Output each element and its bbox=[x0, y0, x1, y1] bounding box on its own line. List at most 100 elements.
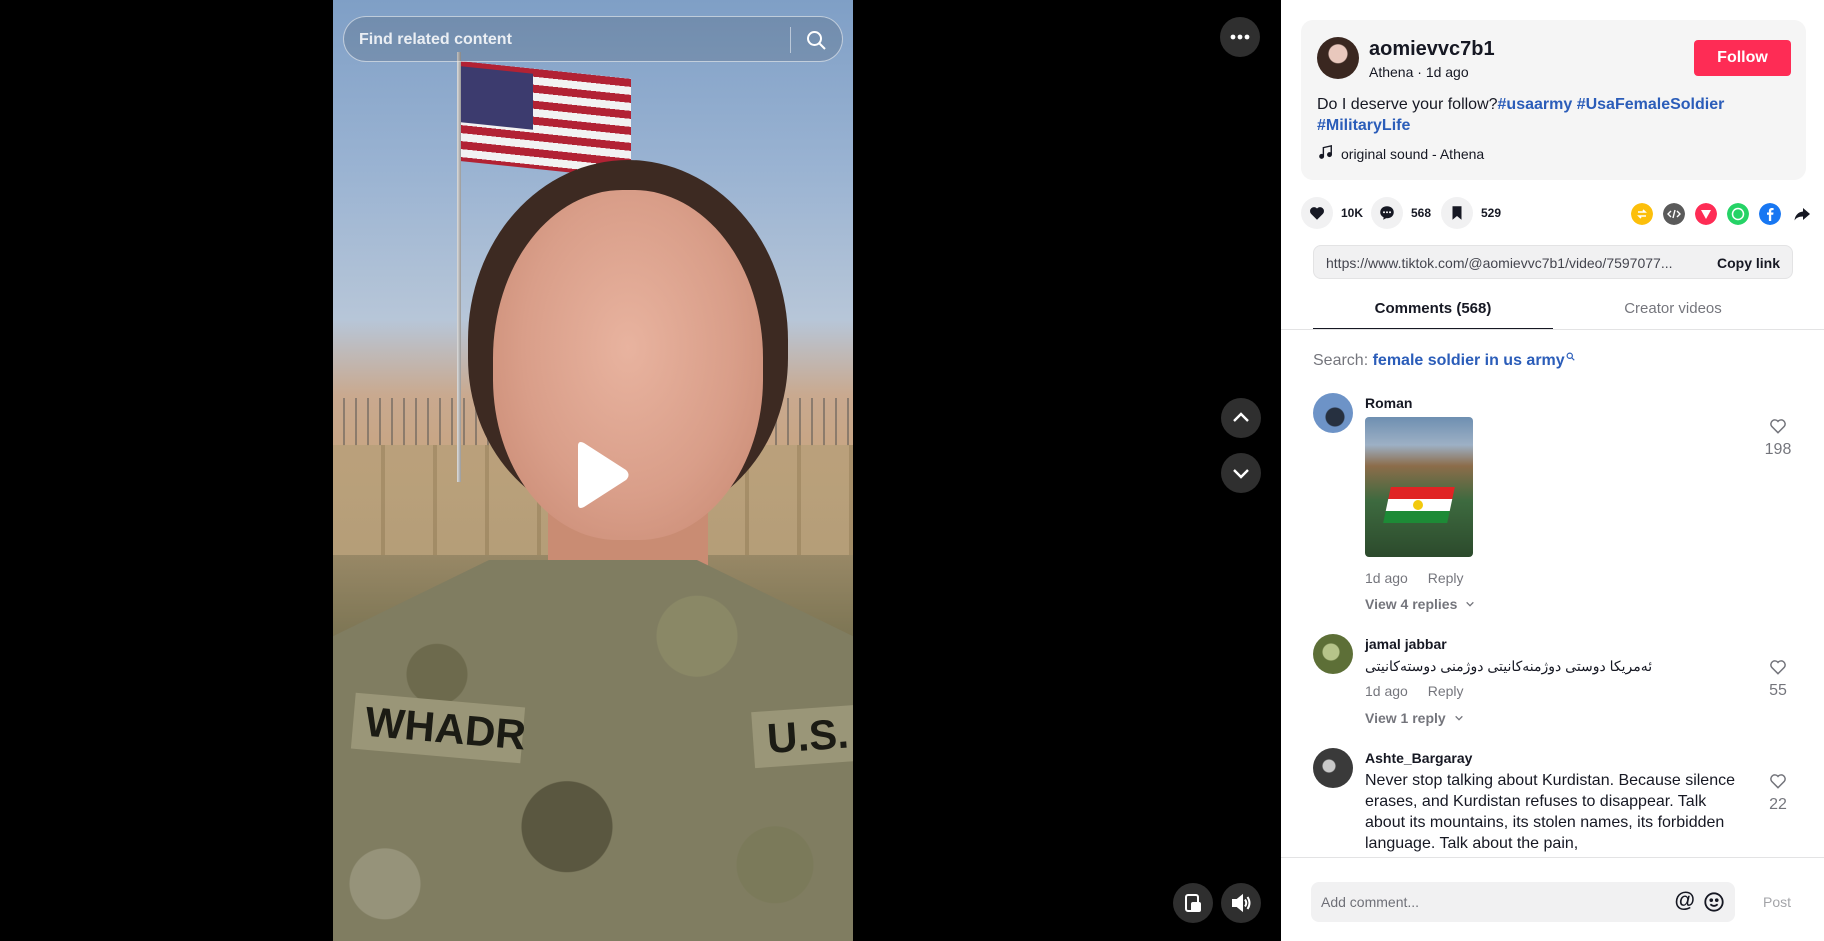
save-count: 529 bbox=[1481, 206, 1502, 220]
video-link-box: https://www.tiktok.com/@aomievvc7b1/vide… bbox=[1313, 245, 1793, 279]
copy-link-button[interactable]: Copy link bbox=[1717, 255, 1780, 271]
tab-creator-videos[interactable]: Creator videos bbox=[1553, 292, 1793, 330]
description-text: Do I deserve your follow? bbox=[1317, 96, 1498, 113]
uniform-us-tape: U.S. bbox=[751, 703, 853, 769]
comment-time: 1d ago bbox=[1365, 570, 1408, 586]
author-username[interactable]: aomievvc7b1 bbox=[1369, 38, 1495, 61]
commenter-avatar[interactable] bbox=[1313, 393, 1353, 433]
author-meta: Athena · 1d ago bbox=[1369, 64, 1469, 80]
chevron-down-icon bbox=[1233, 469, 1249, 479]
whatsapp-icon[interactable] bbox=[1727, 203, 1749, 225]
volume-icon bbox=[1232, 893, 1251, 913]
commenter-name[interactable]: jamal jabbar bbox=[1365, 636, 1447, 652]
chevron-up-icon bbox=[1233, 412, 1249, 422]
hashtag-usafemalesoldier[interactable]: #UsaFemaleSoldier bbox=[1577, 96, 1725, 113]
comment-icon bbox=[1380, 206, 1394, 220]
save-stat[interactable]: 529 bbox=[1441, 197, 1501, 229]
send-icon[interactable] bbox=[1695, 203, 1717, 225]
play-icon[interactable] bbox=[570, 440, 630, 510]
comment-image[interactable] bbox=[1365, 417, 1473, 557]
comment-like[interactable]: 22 bbox=[1763, 771, 1793, 814]
view-replies-button[interactable]: View 4 replies bbox=[1365, 596, 1475, 612]
comment-meta: 1d ago Reply bbox=[1365, 683, 1464, 699]
panel-tabs: Comments (568) Creator videos bbox=[1313, 292, 1793, 330]
embed-icon[interactable] bbox=[1663, 203, 1685, 225]
volume-button[interactable] bbox=[1221, 883, 1261, 923]
save-button[interactable] bbox=[1441, 197, 1473, 229]
video-area: WHADR U.S. Find related content bbox=[0, 0, 1281, 941]
tab-comments[interactable]: Comments (568) bbox=[1313, 292, 1553, 330]
comment-button[interactable] bbox=[1371, 197, 1403, 229]
chevron-down-icon bbox=[1466, 601, 1475, 607]
flag-sun bbox=[1413, 500, 1423, 510]
repost-icon[interactable] bbox=[1631, 203, 1653, 225]
comment-placeholder: Add comment... bbox=[1321, 894, 1420, 910]
heart-outline-icon bbox=[1770, 774, 1786, 789]
previous-video-button[interactable] bbox=[1221, 398, 1261, 438]
comment-like[interactable]: 198 bbox=[1763, 416, 1793, 459]
comment-text: Never stop talking about Kurdistan. Beca… bbox=[1365, 772, 1735, 852]
music-note-icon bbox=[1319, 145, 1332, 159]
comment-like-count: 198 bbox=[1764, 441, 1792, 458]
like-stat[interactable]: 10K bbox=[1301, 197, 1363, 229]
more-icon bbox=[1230, 34, 1250, 40]
sound-link[interactable]: original sound - Athena bbox=[1317, 145, 1484, 162]
like-button[interactable] bbox=[1301, 197, 1333, 229]
comment-stat[interactable]: 568 bbox=[1371, 197, 1431, 229]
comment-composer: Add comment... @ Post bbox=[1281, 857, 1824, 941]
comment-input[interactable]: Add comment... @ bbox=[1311, 882, 1735, 922]
chevron-down-icon bbox=[1454, 715, 1463, 721]
post-info-card: aomievvc7b1 Athena · 1d ago Follow Do I … bbox=[1301, 20, 1806, 180]
heart-icon bbox=[1310, 207, 1324, 220]
search-divider bbox=[790, 27, 791, 53]
suggested-search[interactable]: Search: female soldier in us army bbox=[1313, 352, 1575, 370]
next-video-button[interactable] bbox=[1221, 453, 1261, 493]
more-options-button[interactable] bbox=[1220, 17, 1260, 57]
facebook-icon[interactable] bbox=[1759, 203, 1781, 225]
view-replies-button[interactable]: View 1 reply bbox=[1365, 710, 1464, 726]
floating-player-button[interactable] bbox=[1173, 883, 1213, 923]
related-search-bar[interactable]: Find related content bbox=[343, 16, 843, 62]
share-arrow-icon[interactable] bbox=[1791, 203, 1813, 225]
comment-like-count: 55 bbox=[1769, 682, 1787, 699]
search-prefix: Search: bbox=[1313, 352, 1369, 369]
search-icon[interactable] bbox=[804, 28, 828, 52]
commenter-name[interactable]: Roman bbox=[1365, 395, 1412, 411]
details-panel: aomievvc7b1 Athena · 1d ago Follow Do I … bbox=[1281, 0, 1824, 941]
comment-count: 568 bbox=[1411, 206, 1432, 220]
commenter-avatar[interactable] bbox=[1313, 634, 1353, 674]
video-url[interactable]: https://www.tiktok.com/@aomievvc7b1/vide… bbox=[1326, 255, 1691, 271]
flag-canton bbox=[461, 66, 533, 130]
heart-outline-icon bbox=[1770, 660, 1786, 675]
search-query-link[interactable]: female soldier in us army bbox=[1373, 352, 1565, 369]
post-comment-button[interactable]: Post bbox=[1763, 894, 1791, 910]
follow-button[interactable]: Follow bbox=[1694, 40, 1791, 76]
sound-name: original sound - Athena bbox=[1341, 146, 1485, 162]
tabs-divider bbox=[1281, 329, 1824, 330]
tiktok-video-page: WHADR U.S. Find related content aomievvc… bbox=[0, 0, 1824, 941]
comment-like[interactable]: 55 bbox=[1763, 657, 1793, 700]
related-search-input[interactable]: Find related content bbox=[359, 31, 512, 49]
comment-text: ئەمریکا دوستی دوژمنەکانیتی دوژمنی دوستەک… bbox=[1365, 658, 1653, 674]
heart-outline-icon bbox=[1770, 419, 1786, 434]
post-description: Do I deserve your follow?#usaarmy #UsaFe… bbox=[1317, 94, 1787, 136]
hashtag-usaarmy[interactable]: #usaarmy bbox=[1498, 96, 1573, 113]
commenter-avatar[interactable] bbox=[1313, 748, 1353, 788]
commenter-name[interactable]: Ashte_Bargaray bbox=[1365, 750, 1472, 766]
reply-button[interactable]: Reply bbox=[1428, 683, 1464, 699]
picture-in-picture-icon bbox=[1185, 894, 1201, 912]
engagement-bar: 10K 568 529 bbox=[1301, 197, 1810, 229]
comment-time: 1d ago bbox=[1365, 683, 1408, 699]
comment-like-count: 22 bbox=[1769, 796, 1787, 813]
author-avatar[interactable] bbox=[1317, 37, 1359, 79]
view-replies-label: View 1 reply bbox=[1365, 710, 1446, 726]
search-icon bbox=[1566, 352, 1575, 361]
like-count: 10K bbox=[1341, 206, 1364, 220]
emoji-icon[interactable] bbox=[1703, 891, 1725, 913]
hashtag-militarylife[interactable]: #MilitaryLife bbox=[1317, 117, 1410, 134]
comment-meta: 1d ago Reply bbox=[1365, 570, 1464, 586]
bookmark-icon bbox=[1452, 206, 1462, 220]
view-replies-label: View 4 replies bbox=[1365, 596, 1458, 612]
mention-button[interactable]: @ bbox=[1675, 889, 1695, 913]
reply-button[interactable]: Reply bbox=[1428, 570, 1464, 586]
